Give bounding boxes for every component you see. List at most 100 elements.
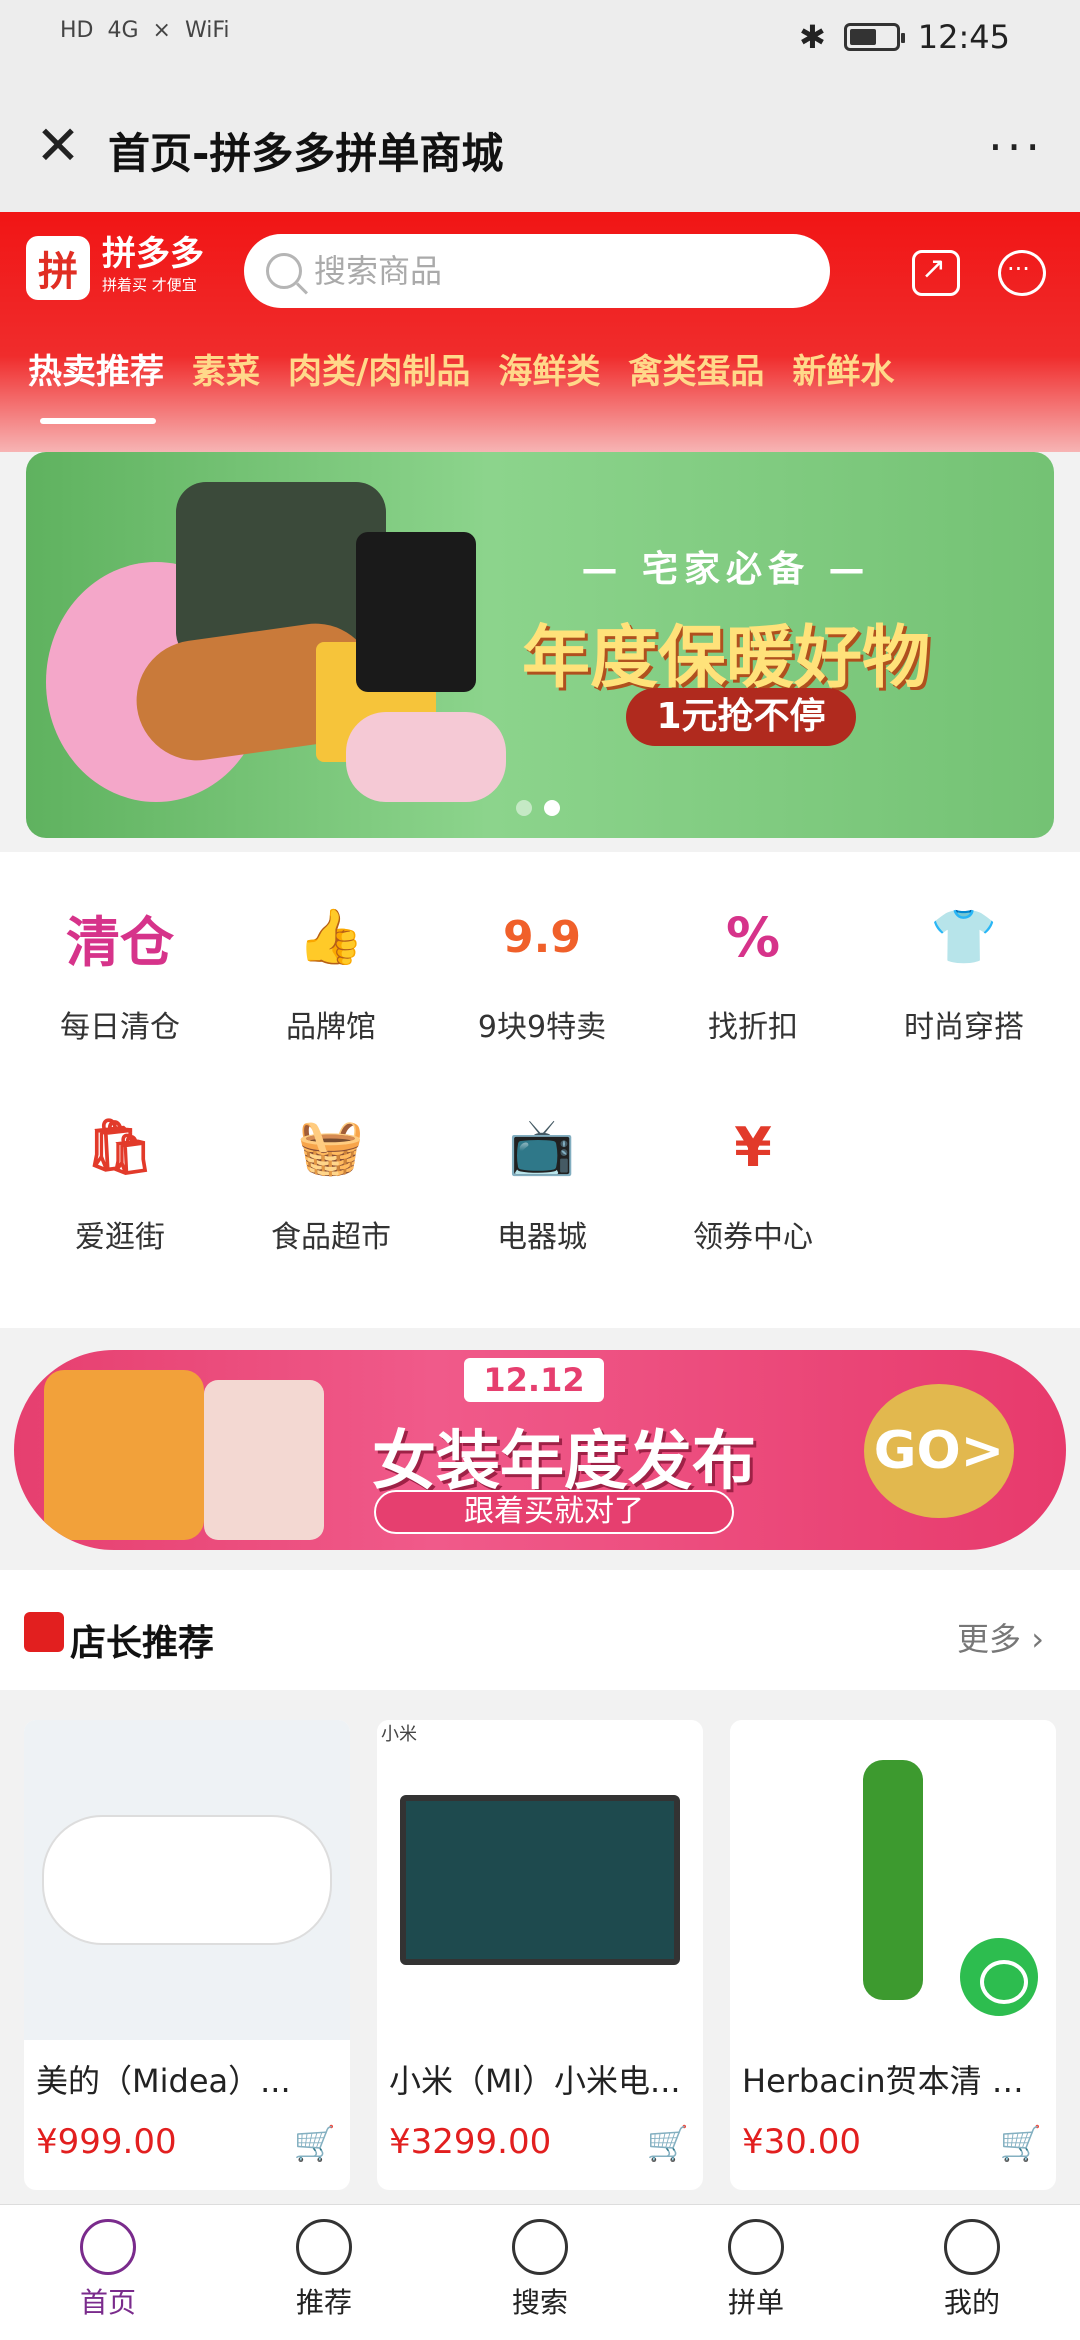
nav-label: 推荐 xyxy=(295,2286,352,2319)
nav-compass[interactable]: 搜索 xyxy=(432,2205,648,2340)
carousel-dots xyxy=(516,800,560,816)
nav-label: 拼单 xyxy=(727,2286,784,2319)
quick-link-food-basket[interactable]: 🧺 食品超市 xyxy=(225,1092,437,1256)
hd-icon: HD xyxy=(60,18,94,43)
nav-label: 搜索 xyxy=(511,2286,568,2319)
promo-subtitle: 跟着买就对了 xyxy=(374,1490,734,1534)
quick-link-label: 品牌馆 xyxy=(286,1010,376,1045)
tab-hot[interactable]: 热卖推荐 xyxy=(28,344,164,414)
hero-banner[interactable]: — 宅家必备 — 年度保暖好物 1元抢不停 xyxy=(26,452,1054,838)
tab-fresh[interactable]: 新鲜水 xyxy=(792,344,894,414)
tab-seafood[interactable]: 海鲜类 xyxy=(498,344,600,414)
quick-link-tv[interactable]: 📺 电器城 xyxy=(436,1092,648,1256)
search-input[interactable] xyxy=(314,252,794,290)
section-header: 店长推荐 更多 › xyxy=(0,1570,1080,1690)
promo-date: 12.12 xyxy=(464,1358,604,1402)
quick-link-label: 每日清仓 xyxy=(60,1010,180,1045)
quick-link-label: 找折扣 xyxy=(708,1010,798,1045)
customer-service-icon[interactable] xyxy=(954,1932,1044,2022)
product-name: 小米（MI）小米电... xyxy=(389,2062,681,2100)
quick-link-label: 9块9特卖 xyxy=(477,1010,607,1045)
product-image-water-heater xyxy=(24,1720,350,2040)
promo-go-button[interactable]: GO> xyxy=(864,1384,1014,1518)
quick-link-label: 电器城 xyxy=(497,1220,587,1255)
no-signal-icon: × xyxy=(152,18,171,43)
tab-meat[interactable]: 肉类/肉制品 xyxy=(288,344,470,414)
quick-link-label: 食品超市 xyxy=(271,1220,391,1255)
carousel-dot[interactable] xyxy=(516,800,532,816)
tab-poultry[interactable]: 禽类蛋品 xyxy=(628,344,764,414)
99-sale-icon: 9.9 xyxy=(503,911,581,963)
signal-icon: 4G xyxy=(107,18,139,43)
time: 12:45 xyxy=(917,18,1010,56)
brand-icon: 👍 xyxy=(297,905,365,968)
quick-link-label: 领券中心 xyxy=(693,1220,813,1255)
nav-home[interactable]: 首页 xyxy=(0,2205,216,2340)
section-title: 店长推荐 xyxy=(70,1623,215,1664)
product-brand: 小米 xyxy=(381,1724,417,1745)
status-left-icons: HD 4G × WiFi xyxy=(60,18,230,43)
search-box[interactable] xyxy=(244,234,830,308)
nav-group-buy[interactable]: 拼单 xyxy=(648,2205,864,2340)
chat-icon[interactable] xyxy=(998,250,1046,296)
banner-subtitle: — 宅家必备 — xyxy=(581,549,871,590)
list-icon xyxy=(296,2219,352,2275)
product-price: ¥30.00 xyxy=(742,2122,861,2162)
logo-icon: 拼 xyxy=(26,236,90,300)
wifi-icon: WiFi xyxy=(184,18,230,43)
quick-link-clearance[interactable]: 清仓 每日清仓 xyxy=(14,882,226,1046)
battery-icon xyxy=(843,23,905,51)
bluetooth-icon: ✱ xyxy=(798,18,826,56)
promo-title: 女装年度发布 xyxy=(372,1425,756,1499)
quick-link-discount-tag[interactable]: % 找折扣 xyxy=(647,882,859,1046)
product-price: ¥999.00 xyxy=(36,2122,177,2162)
nav-label: 首页 xyxy=(79,2286,136,2319)
quick-link-coupon[interactable]: ¥ 领券中心 xyxy=(647,1092,859,1256)
quick-links: 清仓 每日清仓 👍 品牌馆 9.9 9块9特卖% 找折扣 👕 时尚穿搭 🛍 爱逛街 🧺 食品超市 📺 电器城… xyxy=(0,852,1080,1328)
more-link[interactable]: 更多 › xyxy=(957,1614,1044,1660)
category-tabs: 热卖推荐 素菜 肉类/肉制品 海鲜类 禽类蛋品 新鲜水 xyxy=(0,344,1080,414)
promo-image-sweater xyxy=(44,1370,204,1540)
shopping-bag-icon: 🛍 xyxy=(85,1115,155,1178)
product-name: Herbacin贺本清 小... xyxy=(742,2062,1044,2100)
cart-icon[interactable]: 🛒 xyxy=(1000,2124,1042,2164)
product-price: ¥3299.00 xyxy=(389,2122,552,2162)
user-icon xyxy=(944,2219,1000,2275)
quick-link-tshirt[interactable]: 👕 时尚穿搭 xyxy=(858,882,1070,1046)
page-title: 首页-拼多多拼单商城 xyxy=(108,129,504,178)
cart-icon[interactable]: 🛒 xyxy=(647,2124,689,2164)
nav-list[interactable]: 推荐 xyxy=(216,2205,432,2340)
product-name: 美的（Midea）... xyxy=(36,2062,291,2100)
status-right: ✱ 12:45 xyxy=(799,18,1010,56)
compass-icon xyxy=(512,2219,568,2275)
promo-banner[interactable]: 12.12 女装年度发布 跟着买就对了 GO> xyxy=(14,1350,1066,1550)
quick-link-99-sale[interactable]: 9.9 9块9特卖 xyxy=(436,882,648,1046)
clearance-icon: 清仓 xyxy=(66,910,174,974)
cart-icon[interactable]: 🛒 xyxy=(294,2124,336,2164)
banner-image-slippers xyxy=(346,712,506,802)
quick-link-brand[interactable]: 👍 品牌馆 xyxy=(225,882,437,1046)
tab-veg[interactable]: 素菜 xyxy=(192,344,260,414)
coupon-icon: ¥ xyxy=(734,1115,772,1179)
tv-icon: 📺 xyxy=(508,1115,576,1178)
title-bar: ✕ 首页-拼多多拼单商城 ··· xyxy=(0,80,1080,212)
banner-cta[interactable]: 1元抢不停 xyxy=(626,688,856,746)
active-tab-indicator xyxy=(40,418,156,424)
more-icon[interactable]: ··· xyxy=(988,120,1044,174)
nav-user[interactable]: 我的 xyxy=(864,2205,1080,2340)
discount-tag-icon: % xyxy=(725,905,781,969)
home-icon xyxy=(80,2219,136,2275)
tshirt-icon: 👕 xyxy=(930,905,998,968)
product-image-tv xyxy=(377,1720,703,2040)
banner-title: 年度保暖好物 xyxy=(521,619,930,698)
status-bar: HD 4G × WiFi ✱ 12:45 xyxy=(0,0,1080,80)
close-icon[interactable]: ✕ xyxy=(30,118,86,174)
carousel-dot-active[interactable] xyxy=(544,800,560,816)
bottom-nav: 首页 推荐 搜索 拼单 我的 xyxy=(0,2204,1080,2340)
share-icon[interactable] xyxy=(912,250,960,296)
shopping-bag-icon xyxy=(24,1612,64,1652)
quick-link-shopping-bag[interactable]: 🛍 爱逛街 xyxy=(14,1092,226,1256)
product-card[interactable]: 小米 小米（MI）小米电... ¥3299.00 🛒 xyxy=(377,1720,703,2190)
nav-label: 我的 xyxy=(943,2286,1000,2319)
product-card[interactable]: 美的（Midea）... ¥999.00 🛒 xyxy=(24,1720,350,2190)
